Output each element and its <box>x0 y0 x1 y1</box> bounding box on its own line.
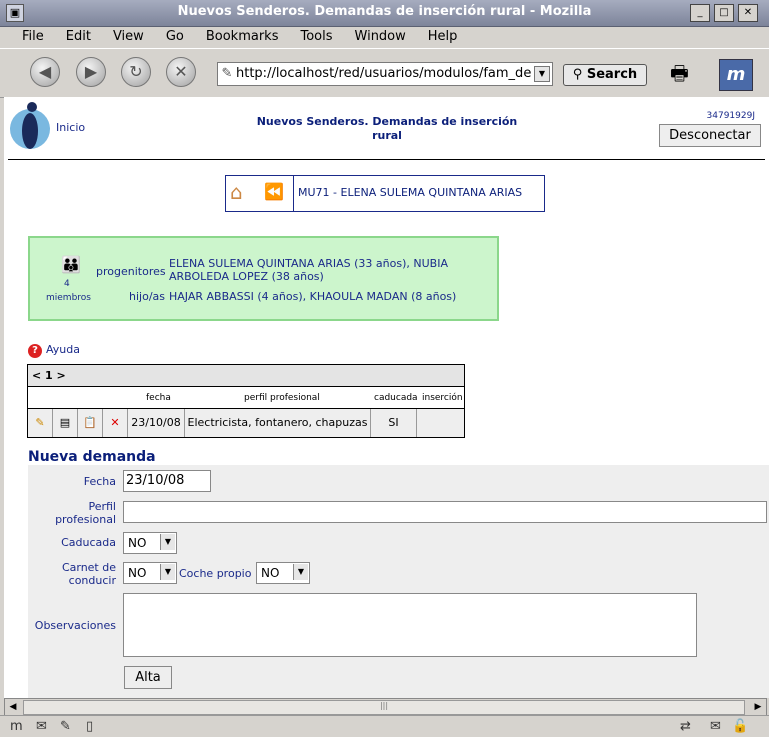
stop-icon[interactable]: ✕ <box>166 57 196 87</box>
menu-tools[interactable]: Tools <box>300 27 332 44</box>
help-link[interactable]: ? Ayuda <box>28 343 80 358</box>
window-title: Nuevos Senderos. Demandas de inserción r… <box>177 4 592 19</box>
caducada-label: Caducada <box>61 536 116 549</box>
family-header-icons: ⌂ ⏪ <box>226 176 294 211</box>
chevron-down-icon[interactable]: ▼ <box>534 66 550 82</box>
fecha-label: Fecha <box>83 475 116 488</box>
new-demand-title: Nueva demanda <box>28 449 156 465</box>
window-titlebar: ▣ Nuevos Senderos. Demandas de inserción… <box>0 0 769 27</box>
family-members-icon: 👪 <box>61 255 81 274</box>
url-field[interactable]: ✎ http://localhost/red/usuarios/modulos/f… <box>217 62 553 86</box>
menu-go[interactable]: Go <box>166 27 184 44</box>
minimize-icon[interactable]: _ <box>690 4 710 22</box>
member-count: 4 <box>64 279 70 289</box>
caducada-value: NO <box>128 536 147 550</box>
col-fecha: fecha <box>146 393 171 403</box>
row-caducada: SI <box>371 409 417 437</box>
carnet-label: Carnet de conducir <box>61 561 116 587</box>
composer-icon[interactable]: ✎ <box>60 719 71 734</box>
logout-button[interactable]: Desconectar <box>659 124 761 147</box>
family-header: ⌂ ⏪ MU71 - ELENA SULEMA QUINTANA ARIAS <box>225 175 545 212</box>
fecha-field[interactable]: 23/10/08 <box>123 470 211 492</box>
url-text: http://localhost/red/usuarios/modulos/fa… <box>236 66 532 81</box>
carnet-select[interactable]: NO ▼ <box>123 562 177 584</box>
perfil-label: Perfil profesional <box>55 500 116 526</box>
col-insercion: inserción <box>422 393 463 403</box>
navigation-toolbar: ◀ ▶ ↻ ✕ ✎ http://localhost/red/usuarios/m… <box>0 48 769 98</box>
maximize-icon[interactable]: □ <box>714 4 734 22</box>
menu-bookmarks[interactable]: Bookmarks <box>206 27 279 44</box>
search-button-label: Search <box>586 67 638 82</box>
coche-select[interactable]: NO ▼ <box>256 562 310 584</box>
observaciones-field[interactable] <box>123 593 697 657</box>
clipboard-icon[interactable]: 📋 <box>78 409 103 437</box>
menu-file[interactable]: File <box>22 27 44 44</box>
parents-value: ELENA SULEMA QUINTANA ARIAS (33 años), N… <box>169 257 448 283</box>
forward-icon[interactable]: ▶ <box>76 57 106 87</box>
delete-icon[interactable]: ✕ <box>103 409 128 437</box>
row-fecha: 23/10/08 <box>128 409 185 437</box>
table-header: fecha perfil profesional caducada inserc… <box>28 387 464 409</box>
carnet-value: NO <box>128 566 147 580</box>
app-logo-icon <box>10 102 50 149</box>
connection-icon: ⇄ <box>680 719 691 734</box>
col-caducada: caducada <box>374 393 418 403</box>
page-icon: ✎ <box>221 66 233 81</box>
chevron-down-icon: ▼ <box>160 534 175 550</box>
menu-window[interactable]: Window <box>355 27 406 44</box>
coche-value: NO <box>261 566 280 580</box>
header-divider <box>8 159 765 160</box>
back-icon[interactable]: ◀ <box>30 57 60 87</box>
page-title: Nuevos Senderos. Demandas de inserción r… <box>256 115 518 142</box>
help-icon: ? <box>28 344 42 358</box>
chevron-down-icon: ▼ <box>160 564 175 580</box>
menu-help[interactable]: Help <box>428 27 458 44</box>
table-pager[interactable]: < 1 > <box>28 365 464 387</box>
navigator-icon[interactable]: m <box>10 719 23 734</box>
col-perfil: perfil profesional <box>244 393 320 403</box>
alta-button[interactable]: Alta <box>124 666 172 689</box>
menu-edit[interactable]: Edit <box>66 27 91 44</box>
menu-view[interactable]: View <box>113 27 144 44</box>
row-perfil: Electricista, fontanero, chapuzas <box>185 409 371 437</box>
popup-icon: ✉ <box>710 719 721 734</box>
print-icon[interactable]: 🖶 <box>670 59 700 85</box>
close-icon[interactable]: ✕ <box>738 4 758 22</box>
children-value: HAJAR ABBASSI (4 años), KHAOULA MADAN (8… <box>169 290 457 303</box>
chevron-down-icon: ▼ <box>293 564 308 580</box>
horizontal-scrollbar[interactable]: ◀ ||| ▶ <box>4 698 767 716</box>
table-row: ✎ ▤ 📋 ✕ 23/10/08 Electricista, fontanero… <box>28 409 464 437</box>
coche-label: Coche propio <box>179 567 252 580</box>
scroll-left-icon[interactable]: ◀ <box>5 699 21 715</box>
menu-bar: File Edit View Go Bookmarks Tools Window Help <box>0 27 769 48</box>
parents-label: progenitores <box>96 265 166 278</box>
row-insercion <box>417 409 463 437</box>
help-label: Ayuda <box>46 343 80 356</box>
home-icon[interactable]: ⌂ <box>230 180 243 204</box>
page-content: Inicio Nuevos Senderos. Demandas de inse… <box>4 97 769 698</box>
edit-icon[interactable]: ✎ <box>28 409 53 437</box>
search-icon: ⚲ <box>572 67 583 82</box>
address-book-icon[interactable]: ▯ <box>86 719 93 734</box>
search-button[interactable]: ⚲ Search <box>563 64 647 86</box>
demands-table: < 1 > fecha perfil profesional caducada … <box>27 364 465 438</box>
details-icon[interactable]: ▤ <box>53 409 78 437</box>
mozilla-logo-icon: m <box>719 59 753 91</box>
caducada-select[interactable]: NO ▼ <box>123 532 177 554</box>
inicio-link[interactable]: Inicio <box>56 121 85 134</box>
reload-icon[interactable]: ↻ <box>121 57 151 87</box>
members-panel: 👪 4 miembros progenitores ELENA SULEMA Q… <box>28 236 499 321</box>
observaciones-label: Observaciones <box>34 619 116 632</box>
perfil-field[interactable] <box>123 501 767 523</box>
scroll-thumb[interactable]: ||| <box>23 700 745 715</box>
user-id: 34791929J <box>706 111 755 121</box>
rewind-icon[interactable]: ⏪ <box>264 182 284 201</box>
children-label: hijo/as <box>129 290 165 303</box>
scroll-right-icon[interactable]: ▶ <box>750 699 766 715</box>
mail-icon[interactable]: ✉ <box>36 719 47 734</box>
lock-icon: 🔓 <box>732 719 749 734</box>
status-bar: m ✉ ✎ ▯ ⇄ ✉ 🔓 <box>0 715 769 737</box>
family-name[interactable]: MU71 - ELENA SULEMA QUINTANA ARIAS <box>298 186 522 199</box>
members-label: miembros <box>46 293 91 303</box>
